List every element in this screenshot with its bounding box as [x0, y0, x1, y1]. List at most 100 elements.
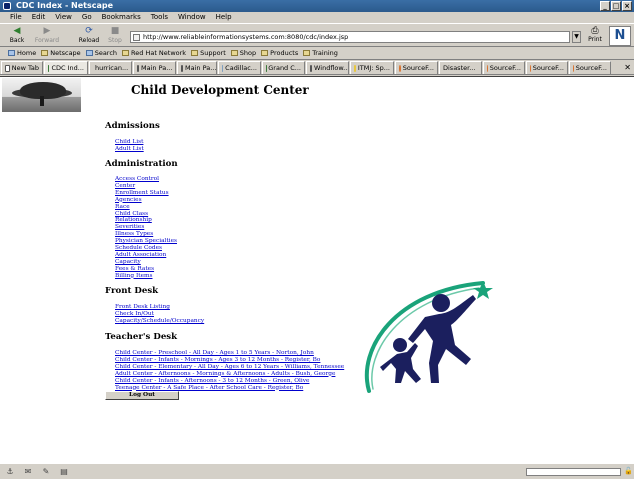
stop-button[interactable]: ■ Stop [102, 26, 128, 46]
tab-sourceforge-2[interactable]: SourceF... [483, 61, 525, 74]
tab-grand-c[interactable]: Grand C... [262, 61, 305, 74]
bookmark-products[interactable]: Products [261, 49, 298, 57]
tab-windflow[interactable]: Windflow... [306, 61, 349, 74]
link-center[interactable]: Center [115, 183, 177, 190]
menu-go[interactable]: Go [82, 12, 92, 23]
link-fees-rates[interactable]: Fees & Rates [115, 266, 177, 273]
minimize-button[interactable]: _ [600, 1, 610, 11]
teachers-desk-links: Child Center - Preschool - All Day - Age… [115, 350, 344, 391]
link-check-in-out[interactable]: Check In/Out [115, 311, 204, 318]
child-head-shape [393, 338, 407, 352]
tab-main-page-2[interactable]: Main Pa... [177, 61, 217, 74]
link-front-desk-listing[interactable]: Front Desk Listing [115, 304, 204, 311]
link-capacity-schedule-occupancy[interactable]: Capacity/Schedule/Occupancy [115, 318, 204, 325]
tab-itmj[interactable]: ITMJ: Sp... [350, 61, 394, 74]
menu-help[interactable]: Help [216, 12, 232, 23]
folder-icon [122, 50, 130, 56]
bookmark-support[interactable]: Support [191, 49, 226, 57]
progress-bar [526, 468, 621, 476]
security-lock-icon[interactable]: 🔓 [624, 467, 633, 476]
close-window-button[interactable]: × [622, 1, 632, 11]
sourceforge-icon [487, 64, 488, 72]
back-button[interactable]: ◀ Back [4, 26, 30, 46]
bookmark-label: Netscape [50, 49, 81, 57]
tab-cadillac[interactable]: Cadillac... [218, 61, 261, 74]
oak-tree-banner-image [2, 78, 81, 112]
bookmark-label: Support [200, 49, 226, 57]
reload-button[interactable]: ⟳ Reload [76, 26, 102, 46]
tab-new-tab[interactable]: New Tab [1, 61, 43, 74]
tab-main-page-1[interactable]: Main Pa... [133, 61, 176, 74]
title-bar: CDC Index - Netscape _ □ × [0, 0, 634, 12]
link-class-infants-afternoons[interactable]: Child Center - Infants - Afternoons - 3 … [115, 378, 344, 385]
url-history-dropdown[interactable]: ▼ [572, 31, 581, 43]
folder-icon [230, 50, 238, 56]
link-billing-items[interactable]: Billing Items [115, 273, 177, 280]
link-enrollment-status[interactable]: Enrollment Status [115, 190, 177, 197]
link-access-control[interactable]: Access Control [115, 176, 177, 183]
tab-sourceforge-1[interactable]: SourceF... [395, 61, 438, 74]
heading-admissions: Admissions [105, 121, 160, 131]
menu-view[interactable]: View [55, 12, 72, 23]
sourceforge-icon [399, 64, 401, 72]
tab-sourceforge-4[interactable]: SourceF... [569, 61, 611, 74]
blank-page-icon [5, 64, 10, 72]
link-relationship[interactable]: Relationship [115, 217, 177, 224]
page-icon [48, 64, 50, 72]
print-button[interactable]: ⎙ Print [584, 26, 606, 46]
bookmark-training[interactable]: Training [303, 49, 338, 57]
menu-window[interactable]: Window [178, 12, 206, 23]
mail-icon[interactable]: ✉ [22, 467, 34, 476]
link-race[interactable]: Race [115, 204, 177, 211]
bookmark-shop[interactable]: Shop [230, 49, 256, 57]
bookmark-red-hat-network[interactable]: Red Hat Network [122, 49, 186, 57]
logout-button[interactable]: Log Out [105, 391, 179, 400]
link-adult-association[interactable]: Adult Association [115, 252, 177, 259]
link-class-preschool[interactable]: Child Center - Preschool - All Day - Age… [115, 350, 344, 357]
link-child-class[interactable]: Child Class [115, 211, 177, 218]
link-child-list[interactable]: Child List [115, 139, 144, 146]
folder-icon [303, 50, 311, 56]
link-schedule-codes[interactable]: Schedule Codes [115, 245, 177, 252]
maximize-button[interactable]: □ [611, 1, 621, 11]
composer-icon[interactable]: ✎ [40, 467, 52, 476]
bookmark-home[interactable]: Home [8, 49, 36, 57]
tab-label: Grand C... [268, 64, 301, 72]
link-class-adult-afternoons[interactable]: Adult Center - Afternoons - Mornings & A… [115, 371, 344, 378]
link-class-infants-mornings[interactable]: Child Center - Infants - Mornings - Ages… [115, 357, 344, 364]
link-capacity[interactable]: Capacity [115, 259, 177, 266]
heading-front-desk: Front Desk [105, 286, 159, 296]
menu-tools[interactable]: Tools [151, 12, 168, 23]
tab-sourceforge-3[interactable]: SourceF... [526, 61, 568, 74]
link-physician-specialties[interactable]: Physician Specialties [115, 238, 177, 245]
tab-hurricane[interactable]: hurrican... [89, 61, 132, 74]
link-class-elementary[interactable]: Child Center - Elementary - All Day - Ag… [115, 364, 344, 371]
link-severities[interactable]: Severities [115, 224, 177, 231]
back-label: Back [9, 37, 25, 44]
page-content: Child Development Center Admissions Chil… [0, 76, 634, 463]
link-adult-list[interactable]: Adult List [115, 146, 144, 153]
bookmark-netscape[interactable]: Netscape [41, 49, 81, 57]
tab-label: ITMJ: Sp... [357, 64, 390, 72]
bookmark-search[interactable]: Search [85, 49, 117, 57]
folder-icon [261, 50, 269, 56]
menu-file[interactable]: File [10, 12, 22, 23]
netscape-app-icon [3, 2, 11, 10]
netscape-throbber-icon[interactable]: N [609, 26, 631, 46]
administration-links: Access Control Center Enrollment Status … [115, 176, 177, 280]
link-agencies[interactable]: Agencies [115, 197, 177, 204]
address-book-icon[interactable]: ▤ [58, 467, 70, 476]
tab-cdc-index[interactable]: CDC Ind... [44, 61, 88, 74]
printer-icon: ⎙ [591, 26, 599, 36]
close-tab-icon[interactable]: ✕ [624, 63, 631, 72]
link-illness-types[interactable]: Illness Types [115, 231, 177, 238]
menu-edit[interactable]: Edit [32, 12, 46, 23]
forward-button[interactable]: ▶ Forward [34, 26, 60, 46]
bookmark-label: Red Hat Network [131, 49, 187, 57]
sourceforge-icon [530, 64, 531, 72]
navigator-icon[interactable]: ⚓ [4, 467, 16, 476]
url-bar[interactable]: http://www.reliableinformationsystems.co… [130, 31, 570, 43]
menu-bookmarks[interactable]: Bookmarks [102, 12, 141, 23]
page-title: Child Development Center [131, 83, 309, 97]
tab-disaster[interactable]: Disaster... [439, 61, 482, 74]
